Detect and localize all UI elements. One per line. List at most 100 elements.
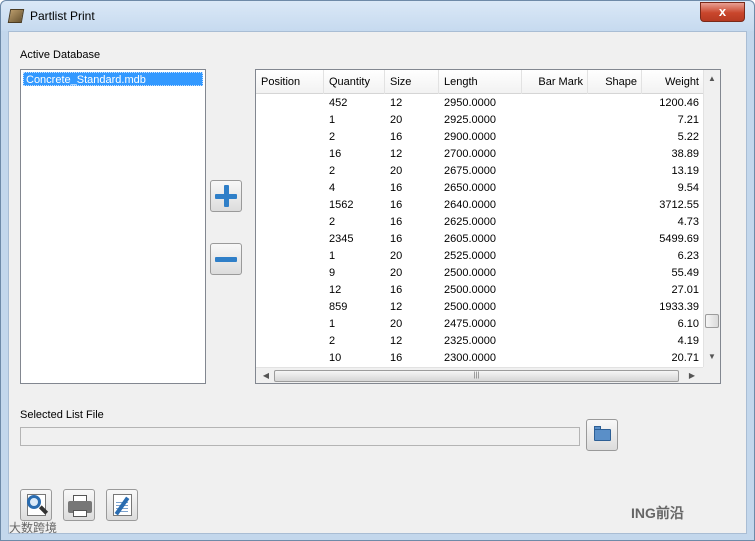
cell-length: 2325.0000 [444, 335, 496, 347]
cell-length: 2675.0000 [444, 165, 496, 177]
vertical-scroll-thumb[interactable] [705, 314, 719, 328]
column-header-size[interactable]: Size [385, 70, 439, 94]
cell-position [261, 299, 321, 316]
cell-shape [588, 282, 638, 299]
browse-folder-button[interactable] [586, 419, 618, 451]
cell-weight: 55.49 [671, 267, 699, 279]
database-list-item[interactable]: Concrete_Standard.mdb [23, 72, 203, 86]
table-row[interactable]: 1 20 2925.0000 7.21 [256, 112, 703, 129]
cell-size: 16 [390, 182, 403, 194]
column-header-quantity[interactable]: Quantity [324, 70, 385, 94]
cell-shape [588, 265, 638, 282]
cell-position [261, 197, 321, 214]
cell-position [261, 214, 321, 231]
plus-icon-vertical [224, 185, 229, 207]
cell-quantity: 2 [329, 335, 336, 347]
selected-list-file-field[interactable] [20, 427, 580, 446]
cell-bar-mark [522, 197, 584, 214]
cell-weight: 1933.39 [659, 301, 699, 313]
cell-quantity: 859 [329, 301, 348, 313]
cell-shape [588, 197, 638, 214]
table-row[interactable]: 16 12 2700.0000 38.89 [256, 146, 703, 163]
cell-quantity: 16 [329, 148, 342, 160]
cell-quantity: 10 [329, 352, 342, 364]
column-header-weight[interactable]: Weight [642, 70, 703, 94]
table-row[interactable]: 10 16 2300.0000 20.71 [256, 350, 703, 367]
table-row[interactable]: 452 12 2950.0000 1200.46 [256, 95, 703, 112]
cell-bar-mark [522, 180, 584, 197]
column-header-length[interactable]: Length [439, 70, 522, 94]
column-header-bar-mark[interactable]: Bar Mark [522, 70, 588, 94]
cell-shape [588, 248, 638, 265]
cell-length: 2625.0000 [444, 216, 496, 228]
scroll-down-arrow-icon[interactable]: ▼ [704, 352, 720, 361]
table-row[interactable]: 2345 16 2605.0000 5499.69 [256, 231, 703, 248]
table-row[interactable]: 1562 16 2640.0000 3712.55 [256, 197, 703, 214]
print-preview-button[interactable] [20, 489, 52, 521]
cell-length: 2300.0000 [444, 352, 496, 364]
cell-bar-mark [522, 95, 584, 112]
table-row[interactable]: 12 16 2500.0000 27.01 [256, 282, 703, 299]
cell-position [261, 146, 321, 163]
cell-size: 20 [390, 165, 403, 177]
cell-length: 2700.0000 [444, 148, 496, 160]
cell-position [261, 112, 321, 129]
cell-length: 2640.0000 [444, 199, 496, 211]
partlist-grid[interactable]: Position Quantity Size Length Bar Mark S… [255, 69, 721, 384]
partlist-print-window: Partlist Print x Active Database Concret… [0, 0, 755, 541]
cell-shape [588, 316, 638, 333]
cell-position [261, 180, 321, 197]
table-row[interactable]: 2 20 2675.0000 13.19 [256, 163, 703, 180]
cell-shape [588, 214, 638, 231]
cell-position [261, 248, 321, 265]
title-bar[interactable]: Partlist Print x [1, 1, 754, 31]
add-button[interactable] [210, 180, 242, 212]
watermark-right: ING前沿 [631, 505, 684, 521]
scroll-up-arrow-icon[interactable]: ▲ [704, 74, 720, 83]
cell-size: 20 [390, 267, 403, 279]
cell-size: 16 [390, 199, 403, 211]
table-row[interactable]: 9 20 2500.0000 55.49 [256, 265, 703, 282]
window-title: Partlist Print [30, 9, 95, 23]
grid-body: 452 12 2950.0000 1200.46 1 20 2925.0000 7.21 2 16… [256, 95, 703, 367]
print-button[interactable] [63, 489, 95, 521]
column-header-position[interactable]: Position [256, 70, 324, 94]
table-row[interactable]: 1 20 2475.0000 6.10 [256, 316, 703, 333]
cell-quantity: 4 [329, 182, 336, 194]
cell-size: 16 [390, 216, 403, 228]
cell-length: 2500.0000 [444, 284, 496, 296]
cell-size: 20 [390, 114, 403, 126]
cell-bar-mark [522, 333, 584, 350]
cell-bar-mark [522, 146, 584, 163]
cell-size: 16 [390, 233, 403, 245]
cell-shape [588, 163, 638, 180]
remove-button[interactable] [210, 243, 242, 275]
client-area: Active Database Concrete_Standard.mdb Po… [8, 31, 747, 534]
close-button[interactable]: x [700, 2, 745, 22]
cell-weight: 7.21 [677, 114, 699, 126]
cell-bar-mark [522, 214, 584, 231]
scroll-right-arrow-icon[interactable]: ▶ [684, 371, 700, 380]
cell-quantity: 2345 [329, 233, 354, 245]
table-row[interactable]: 4 16 2650.0000 9.54 [256, 180, 703, 197]
database-list[interactable]: Concrete_Standard.mdb [20, 69, 206, 384]
cell-size: 16 [390, 284, 403, 296]
vertical-scrollbar[interactable]: ▲ ▼ [703, 70, 720, 367]
watermark-left: 大数跨境 [9, 521, 58, 535]
column-header-shape[interactable]: Shape [588, 70, 642, 94]
printer-paper-out [73, 510, 87, 517]
table-row[interactable]: 2 16 2625.0000 4.73 [256, 214, 703, 231]
cell-quantity: 1 [329, 114, 336, 126]
cell-length: 2950.0000 [444, 97, 496, 109]
table-row[interactable]: 2 16 2900.0000 5.22 [256, 129, 703, 146]
cell-quantity: 2 [329, 131, 336, 143]
horizontal-scrollbar[interactable]: ◀ ||| ▶ [256, 367, 703, 383]
edit-list-button[interactable] [106, 489, 138, 521]
cell-size: 16 [390, 352, 403, 364]
table-row[interactable]: 1 20 2525.0000 6.23 [256, 248, 703, 265]
table-row[interactable]: 859 12 2500.0000 1933.39 [256, 299, 703, 316]
table-row[interactable]: 2 12 2325.0000 4.19 [256, 333, 703, 350]
active-database-label: Active Database [20, 49, 101, 61]
scroll-left-arrow-icon[interactable]: ◀ [258, 371, 274, 380]
horizontal-scroll-thumb[interactable]: ||| [274, 370, 679, 382]
